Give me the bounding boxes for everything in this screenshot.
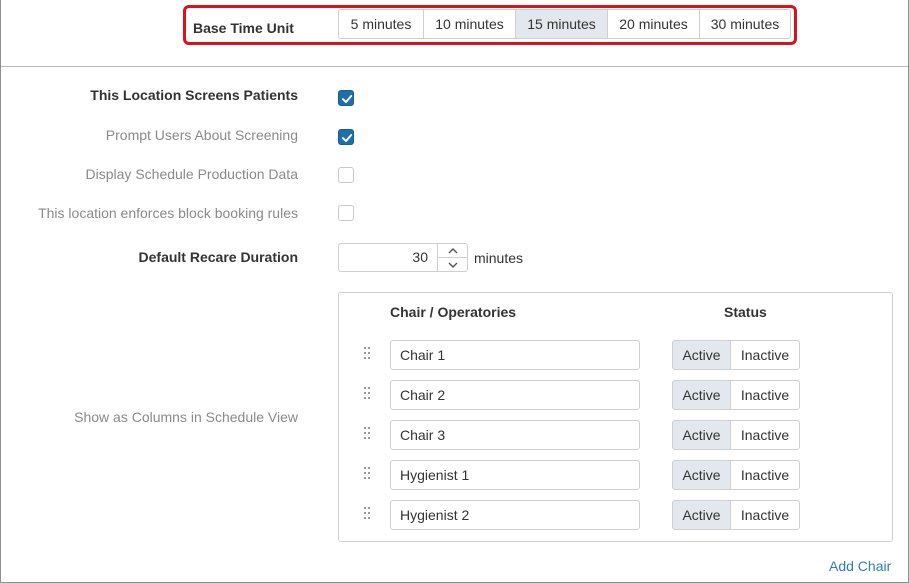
recare-duration-control: 30 minutes <box>338 243 523 272</box>
chair-name-input[interactable]: Chair 1 <box>390 340 640 370</box>
drag-handle-icon[interactable] <box>363 506 371 520</box>
time-unit-option-5[interactable]: 5 minutes <box>338 9 424 39</box>
chair-column-header: Chair / Operatories <box>390 304 517 320</box>
status-toggle: Active Inactive <box>672 500 800 530</box>
section-divider <box>1 66 908 67</box>
block-booking-label: This location enforces block booking rul… <box>38 205 298 221</box>
chair-name-input[interactable]: Hygienist 1 <box>390 460 640 490</box>
prompt-screening-checkbox[interactable] <box>338 129 354 145</box>
status-column-header: Status <box>724 304 767 320</box>
chair-operatories-panel: Chair / Operatories Status Chair 1 Activ… <box>338 292 893 542</box>
chair-name-input[interactable]: Hygienist 2 <box>390 500 640 530</box>
checkmark-icon <box>342 134 353 142</box>
active-button[interactable]: Active <box>672 500 731 530</box>
status-toggle: Active Inactive <box>672 460 800 490</box>
decrement-button[interactable] <box>438 258 467 271</box>
time-unit-option-10[interactable]: 10 minutes <box>423 9 516 39</box>
recare-duration-spinner <box>438 243 468 272</box>
time-unit-option-20[interactable]: 20 minutes <box>607 9 700 39</box>
chair-row: Chair 2 Active Inactive <box>339 380 892 410</box>
block-booking-checkbox[interactable] <box>338 205 354 221</box>
display-production-label: Display Schedule Production Data <box>85 166 298 182</box>
checkmark-icon <box>342 95 353 103</box>
recare-unit-label: minutes <box>474 249 524 266</box>
screens-patients-label: This Location Screens Patients <box>90 87 298 103</box>
drag-handle-icon[interactable] <box>363 466 371 480</box>
schedule-columns-label: Show as Columns in Schedule View <box>74 409 298 425</box>
chair-row: Chair 3 Active Inactive <box>339 420 892 450</box>
inactive-button[interactable]: Inactive <box>730 420 800 450</box>
chair-name-input[interactable]: Chair 2 <box>390 380 640 410</box>
increment-button[interactable] <box>438 244 467 258</box>
drag-handle-icon[interactable] <box>363 426 371 440</box>
chevron-up-icon <box>448 247 457 253</box>
display-production-checkbox[interactable] <box>338 167 354 183</box>
active-button[interactable]: Active <box>672 460 731 490</box>
recare-duration-label: Default Recare Duration <box>138 249 298 265</box>
chair-row: Hygienist 2 Active Inactive <box>339 500 892 530</box>
chevron-down-icon <box>448 262 457 268</box>
prompt-screening-label: Prompt Users About Screening <box>105 127 298 143</box>
time-unit-option-30[interactable]: 30 minutes <box>699 9 791 39</box>
base-time-unit-segmented-control: 5 minutes 10 minutes 15 minutes 20 minut… <box>338 9 791 39</box>
active-button[interactable]: Active <box>672 340 731 370</box>
base-time-unit-label: Base Time Unit <box>193 20 294 36</box>
drag-handle-icon[interactable] <box>363 346 371 360</box>
status-toggle: Active Inactive <box>672 420 800 450</box>
add-chair-link[interactable]: Add Chair <box>829 558 891 574</box>
drag-handle-icon[interactable] <box>363 386 371 400</box>
chair-name-input[interactable]: Chair 3 <box>390 420 640 450</box>
chair-row: Hygienist 1 Active Inactive <box>339 460 892 490</box>
active-button[interactable]: Active <box>672 380 731 410</box>
active-button[interactable]: Active <box>672 420 731 450</box>
inactive-button[interactable]: Inactive <box>730 460 800 490</box>
status-toggle: Active Inactive <box>672 340 800 370</box>
time-unit-option-15[interactable]: 15 minutes <box>515 9 608 39</box>
inactive-button[interactable]: Inactive <box>730 380 800 410</box>
screens-patients-checkbox[interactable] <box>338 90 354 106</box>
inactive-button[interactable]: Inactive <box>730 340 800 370</box>
chair-row: Chair 1 Active Inactive <box>339 340 892 370</box>
recare-duration-input[interactable]: 30 <box>338 243 438 272</box>
inactive-button[interactable]: Inactive <box>730 500 800 530</box>
status-toggle: Active Inactive <box>672 380 800 410</box>
